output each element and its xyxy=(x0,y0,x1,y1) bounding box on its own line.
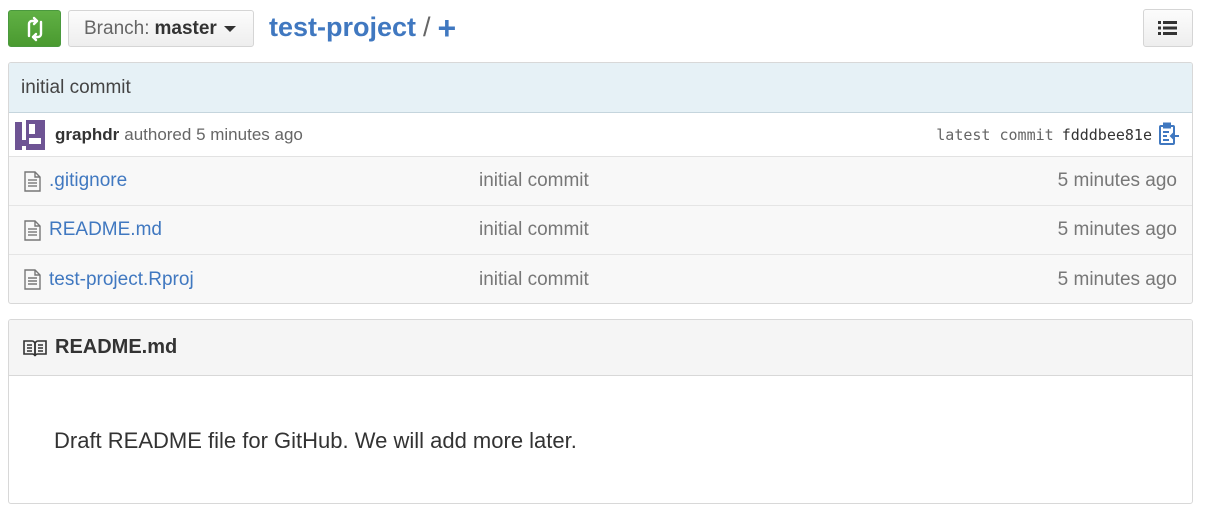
commit-sha-link[interactable]: fdddbee81e xyxy=(1062,126,1152,144)
commit-meta: graphdr authored 5 minutes ago latest co… xyxy=(9,113,1192,157)
commit-authored-text: authored 5 minutes ago xyxy=(124,124,303,144)
branch-prefix: Branch: xyxy=(84,17,150,39)
file-text-icon xyxy=(24,269,41,290)
file-text-icon xyxy=(24,220,41,241)
compare-button[interactable] xyxy=(8,10,61,47)
file-row[interactable]: test-project.Rproj initial commit 5 minu… xyxy=(9,255,1192,303)
latest-commit-label: latest commit xyxy=(936,126,1054,144)
file-name-link[interactable]: .gitignore xyxy=(49,170,127,192)
file-name-link[interactable]: README.md xyxy=(49,219,162,241)
clippy-icon[interactable] xyxy=(1158,122,1180,146)
latest-commit: latest commit fdddbee81e xyxy=(936,126,1152,144)
file-listing: initial commit graphdr authored 5 minute… xyxy=(8,62,1193,304)
file-row[interactable]: README.md initial commit 5 minutes ago xyxy=(9,206,1192,255)
branch-selector[interactable]: Branch: master xyxy=(68,10,254,47)
file-row[interactable]: .gitignore initial commit 5 minutes ago xyxy=(9,157,1192,206)
commit-message[interactable]: initial commit xyxy=(21,77,131,99)
readme-content: Draft README file for GitHub. We will ad… xyxy=(54,428,577,453)
readme-body: Draft README file for GitHub. We will ad… xyxy=(9,376,1192,503)
book-icon xyxy=(23,339,47,356)
file-commit-message[interactable]: initial commit xyxy=(479,269,589,291)
file-age: 5 minutes ago xyxy=(1057,219,1177,240)
readme-panel: README.md Draft README file for GitHub. … xyxy=(8,319,1193,504)
file-age: 5 minutes ago xyxy=(1057,268,1177,290)
commit-title-bar: initial commit xyxy=(9,63,1192,113)
breadcrumb-separator: / xyxy=(423,12,431,42)
compare-arrows-icon xyxy=(27,16,42,41)
new-file-button[interactable]: + xyxy=(438,12,457,44)
list-view-button[interactable] xyxy=(1143,9,1193,47)
file-name-link[interactable]: test-project.Rproj xyxy=(49,269,194,291)
list-icon xyxy=(1158,21,1177,35)
readme-title: README.md xyxy=(55,336,178,358)
branch-name: master xyxy=(154,17,217,39)
repo-name-link[interactable]: test-project xyxy=(269,12,416,43)
file-commit-message[interactable]: initial commit xyxy=(479,170,589,192)
file-age: 5 minutes ago xyxy=(1057,170,1177,191)
breadcrumb: test-project / + xyxy=(269,9,456,46)
readme-header: README.md xyxy=(9,320,1192,376)
avatar[interactable] xyxy=(15,119,45,150)
chevron-down-icon xyxy=(223,25,236,32)
file-text-icon xyxy=(24,171,41,192)
file-commit-message[interactable]: initial commit xyxy=(479,219,589,241)
commit-author-link[interactable]: graphdr xyxy=(55,125,119,145)
